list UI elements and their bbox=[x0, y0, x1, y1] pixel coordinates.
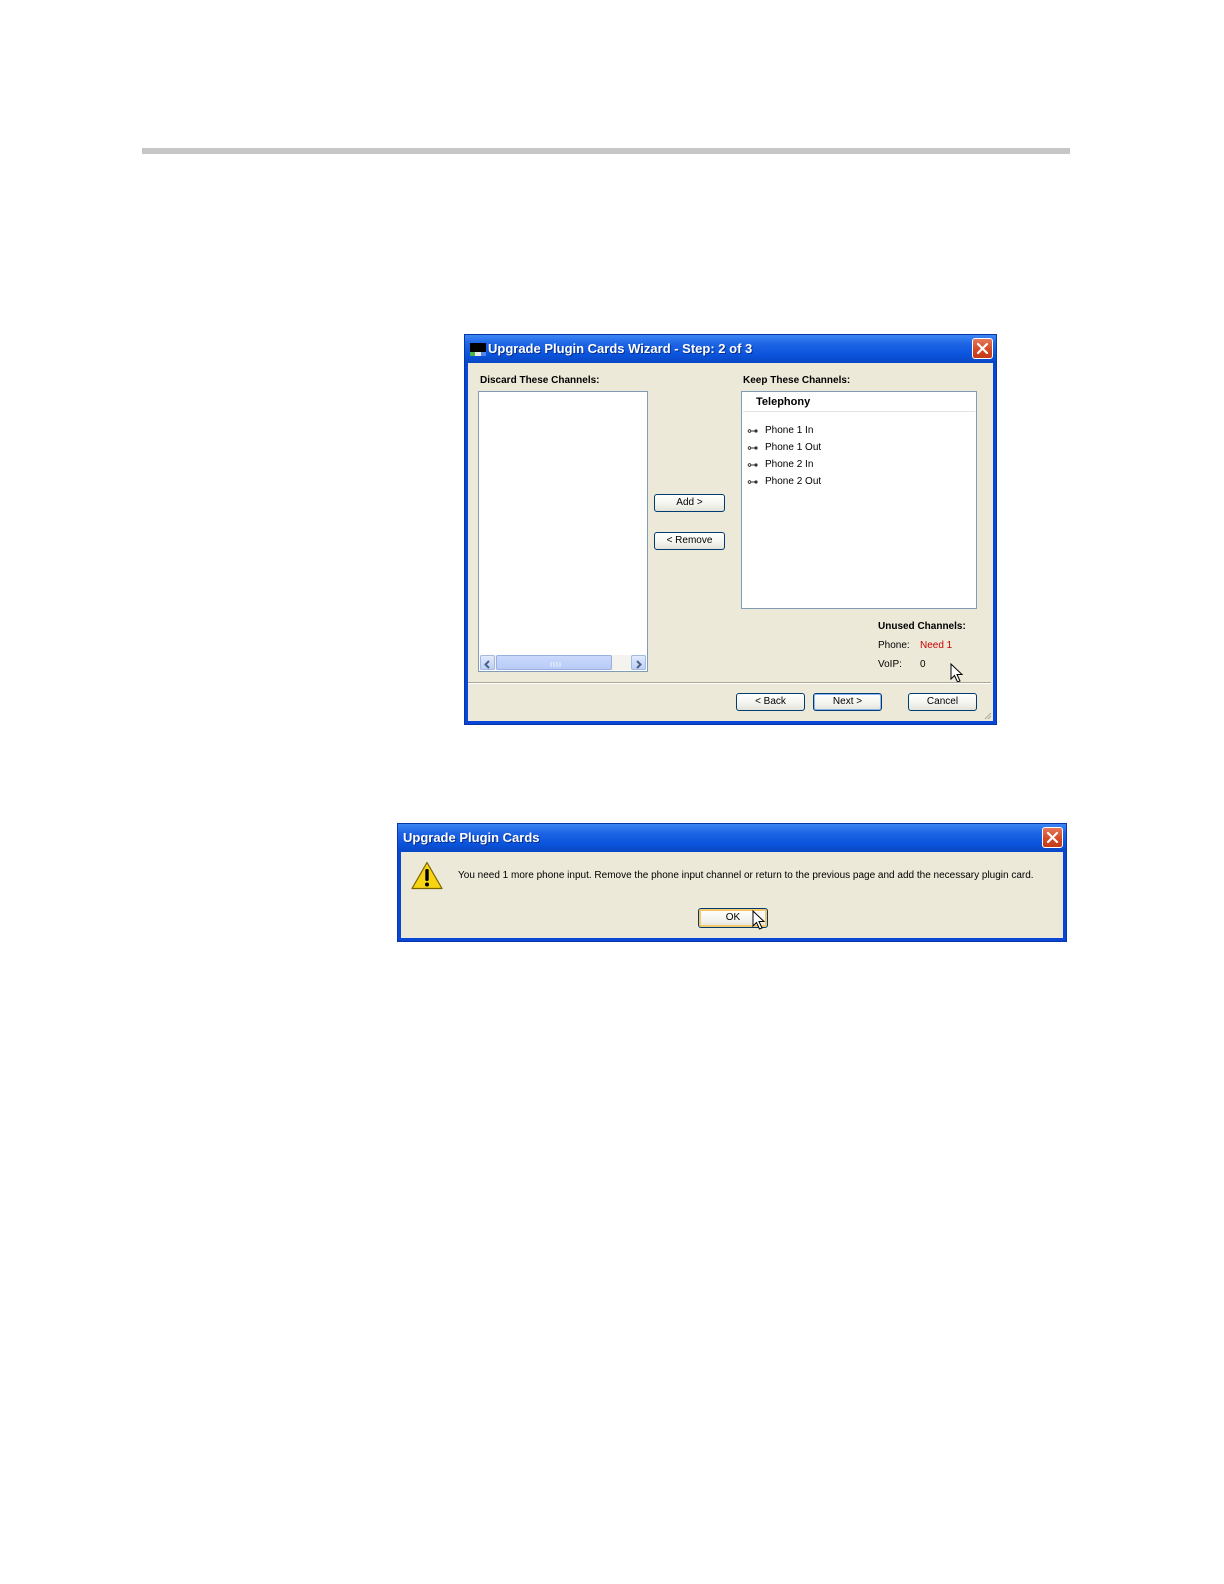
keep-channels-list[interactable]: Telephony Phone 1 In Phone 1 Out Phone 2… bbox=[741, 391, 977, 609]
channel-icon bbox=[747, 463, 758, 467]
mouse-cursor-icon bbox=[752, 910, 766, 930]
mouse-cursor-icon bbox=[950, 663, 964, 683]
message-box-client-area: You need 1 more phone input. Remove the … bbox=[401, 852, 1063, 938]
channel-label: Phone 2 In bbox=[765, 459, 814, 470]
unused-voip-value: 0 bbox=[920, 659, 926, 670]
scroll-grip-icon bbox=[550, 662, 561, 667]
unused-channels-heading: Unused Channels: bbox=[878, 621, 966, 632]
unused-phone-label: Phone: bbox=[878, 640, 910, 651]
back-button[interactable]: < Back bbox=[736, 693, 805, 711]
scroll-right-icon bbox=[636, 660, 642, 669]
channel-icon bbox=[747, 446, 758, 450]
warning-icon bbox=[411, 861, 443, 890]
message-box-titlebar[interactable]: Upgrade Plugin Cards bbox=[398, 824, 1066, 852]
keep-group-header: Telephony bbox=[743, 393, 975, 412]
scroll-left-button[interactable] bbox=[480, 655, 495, 670]
footer-separator bbox=[468, 682, 991, 684]
close-icon bbox=[976, 342, 989, 355]
wizard-titlebar[interactable]: Upgrade Plugin Cards Wizard - Step: 2 of… bbox=[465, 335, 996, 363]
discard-channels-list[interactable] bbox=[478, 391, 648, 672]
message-box-close-button[interactable] bbox=[1042, 827, 1063, 848]
message-box-window: Upgrade Plugin Cards You need 1 more pho… bbox=[397, 823, 1067, 942]
wizard-title: Upgrade Plugin Cards Wizard - Step: 2 of… bbox=[488, 341, 753, 356]
unused-voip-label: VoIP: bbox=[878, 659, 902, 670]
wizard-window: Upgrade Plugin Cards Wizard - Step: 2 of… bbox=[464, 334, 997, 725]
next-button[interactable]: Next > bbox=[813, 693, 882, 711]
message-box-title: Upgrade Plugin Cards bbox=[403, 830, 540, 845]
discard-channels-label: Discard These Channels: bbox=[480, 375, 600, 386]
remove-button[interactable]: < Remove bbox=[654, 532, 725, 550]
page-header-rule bbox=[142, 148, 1070, 154]
unused-phone-value: Need 1 bbox=[920, 640, 953, 651]
wizard-close-button[interactable] bbox=[972, 338, 993, 359]
keep-channels-label: Keep These Channels: bbox=[743, 375, 851, 386]
discard-horizontal-scrollbar[interactable] bbox=[480, 655, 646, 670]
scroll-right-button[interactable] bbox=[631, 655, 646, 670]
close-icon bbox=[1046, 831, 1059, 844]
telephony-group-label: Telephony bbox=[756, 396, 811, 408]
resize-grip-icon[interactable] bbox=[982, 710, 992, 720]
channel-label: Phone 2 Out bbox=[765, 476, 822, 487]
cancel-button[interactable]: Cancel bbox=[908, 693, 977, 711]
scroll-thumb[interactable] bbox=[496, 655, 612, 670]
channel-label: Phone 1 In bbox=[765, 425, 814, 436]
add-button[interactable]: Add > bbox=[654, 494, 725, 512]
message-text: You need 1 more phone input. Remove the … bbox=[458, 870, 1034, 881]
app-icon bbox=[470, 343, 486, 356]
channel-icon bbox=[747, 429, 758, 433]
channel-icon bbox=[747, 480, 758, 484]
scroll-left-icon bbox=[484, 660, 490, 669]
channel-label: Phone 1 Out bbox=[765, 442, 822, 453]
wizard-client-area: Discard These Channels: Add > < Remove K… bbox=[468, 363, 993, 721]
